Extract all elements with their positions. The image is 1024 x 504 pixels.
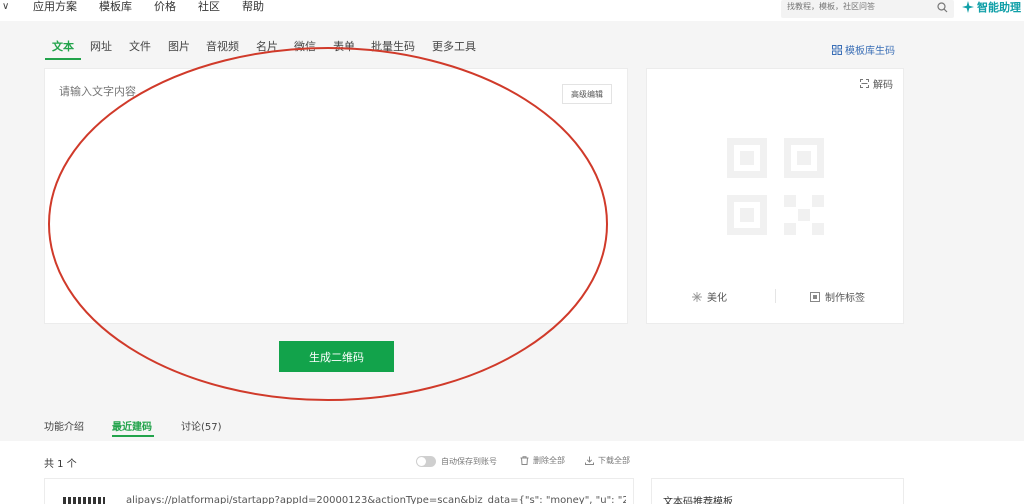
download-all-button[interactable]: 下载全部 <box>585 455 630 466</box>
top-navigation: ∨ 应用方案 模板库 价格 社区 帮助 智能助理 <box>0 0 1024 21</box>
sparkle-icon <box>962 1 974 13</box>
nav-item-community[interactable]: 社区 <box>198 0 220 14</box>
advanced-edit-button[interactable]: 高级编辑 <box>562 84 612 104</box>
tab-feature-intro[interactable]: 功能介绍 <box>44 418 84 433</box>
tab-form[interactable]: 表单 <box>333 40 355 54</box>
make-label-button[interactable]: 制作标签 <box>810 289 865 304</box>
text-content-input[interactable] <box>59 83 559 303</box>
tab-more-tools[interactable]: 更多工具 <box>432 40 476 54</box>
active-bottom-tab-indicator <box>112 435 154 437</box>
download-icon <box>585 456 594 465</box>
qr-code-placeholder <box>727 138 824 235</box>
list-item[interactable]: alipays://platformapi/startapp?appId=200… <box>44 478 634 504</box>
search-input[interactable] <box>787 2 927 11</box>
recommended-templates-title: 文本码推荐模板 <box>663 497 733 504</box>
decode-button[interactable]: 解码 <box>860 76 893 91</box>
tab-discussion[interactable]: 讨论(57) <box>181 418 222 433</box>
nav-item-templates[interactable]: 模板库 <box>99 0 132 14</box>
active-tab-indicator <box>45 58 81 60</box>
trash-icon <box>520 456 529 465</box>
decode-label: 解码 <box>873 80 893 91</box>
tab-business-card[interactable]: 名片 <box>256 40 278 54</box>
text-editor-panel: 高级编辑 <box>44 68 628 324</box>
chevron-down-icon[interactable]: ∨ <box>2 1 9 12</box>
tab-wechat[interactable]: 微信 <box>294 40 316 54</box>
nav-item-solutions[interactable]: 应用方案 <box>33 0 77 14</box>
template-library-link[interactable]: 模板库生码 <box>832 42 895 57</box>
qr-actions: 美化 制作标签 <box>647 287 903 305</box>
beautify-label: 美化 <box>707 293 727 304</box>
label-icon <box>810 291 820 302</box>
tab-text[interactable]: 文本 <box>52 40 74 54</box>
auto-save-label: 自动保存到账号 <box>441 457 497 466</box>
nav-item-pricing[interactable]: 价格 <box>154 0 176 14</box>
divider <box>775 289 776 303</box>
generate-qr-button[interactable]: 生成二维码 <box>279 341 394 372</box>
assistant-label: 智能助理 <box>977 1 1021 14</box>
recommended-templates-panel: 文本码推荐模板 <box>651 478 904 504</box>
tab-recent-codes[interactable]: 最近建码 <box>112 418 152 433</box>
qr-preview-panel: 解码 美化 制作标签 <box>646 68 904 324</box>
tab-audio-video[interactable]: 音视频 <box>206 40 239 54</box>
delete-all-label: 删除全部 <box>533 456 565 465</box>
make-label-label: 制作标签 <box>825 293 865 304</box>
tab-image[interactable]: 图片 <box>168 40 190 54</box>
assistant-button[interactable]: 智能助理 <box>962 0 1021 14</box>
code-content-text: alipays://platformapi/startapp?appId=200… <box>126 495 626 504</box>
scan-icon <box>860 79 869 88</box>
auto-save-toggle[interactable] <box>416 456 436 467</box>
qr-thumbnail <box>63 497 105 504</box>
item-count: 共 1 个 <box>44 459 77 470</box>
search-box <box>781 0 954 18</box>
grid-icon <box>832 44 842 55</box>
delete-all-button[interactable]: 删除全部 <box>520 455 565 466</box>
download-all-label: 下载全部 <box>598 456 630 465</box>
beautify-button[interactable]: 美化 <box>692 289 727 304</box>
tab-file[interactable]: 文件 <box>129 40 151 54</box>
search-icon[interactable] <box>937 2 948 13</box>
template-library-label: 模板库生码 <box>845 46 895 57</box>
tab-url[interactable]: 网址 <box>90 40 112 54</box>
tab-batch-generate[interactable]: 批量生码 <box>371 40 415 54</box>
sparkle-icon <box>692 291 702 302</box>
nav-item-help[interactable]: 帮助 <box>242 0 264 14</box>
